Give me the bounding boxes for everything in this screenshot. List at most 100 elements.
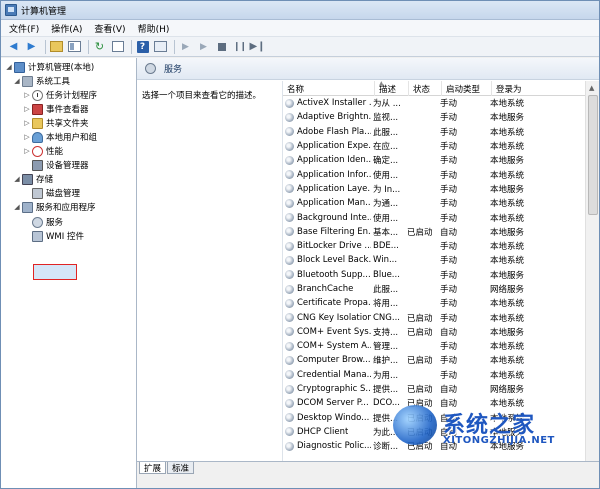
pause-service-icon[interactable]: ❙❙ <box>232 39 247 54</box>
forward-arrow-icon[interactable]: ▶ <box>24 39 39 54</box>
show-hide-tree-button[interactable] <box>67 39 82 54</box>
table-row[interactable]: BranchCache 此服... 手动 网络服务 <box>283 282 599 296</box>
tree-item-services[interactable]: 服务 <box>23 215 63 229</box>
service-description: Win... <box>373 255 398 266</box>
scroll-up-icon[interactable]: ▲ <box>589 84 594 92</box>
expand-icon[interactable]: ▷ <box>23 133 31 141</box>
console-tree-icon <box>68 41 81 52</box>
column-status[interactable]: 状态 <box>409 81 442 96</box>
table-row[interactable]: Desktop Windo... 提供... 已启动 自动 本地系统 <box>283 411 599 425</box>
table-row[interactable]: COM+ Event Sys... 支持... 已启动 自动 本地服务 <box>283 325 599 339</box>
tree-item-shared-folders[interactable]: ▷ 共享文件夹 <box>23 116 89 130</box>
tree-item-task-scheduler[interactable]: ▷ 任务计划程序 <box>23 88 97 102</box>
tab-extended[interactable]: 扩展 <box>139 462 167 474</box>
expand-icon[interactable]: ▷ <box>23 119 31 127</box>
menu-help[interactable]: 帮助(H) <box>138 22 170 35</box>
vertical-scrollbar[interactable]: ▲ <box>585 81 599 461</box>
service-name-cell: Adaptive Brightn... <box>283 112 371 122</box>
collapse-icon[interactable]: ◢ <box>13 77 21 85</box>
tree-item-device-manager[interactable]: 设备管理器 <box>23 158 89 172</box>
collapse-icon[interactable]: ◢ <box>13 175 21 183</box>
column-name[interactable]: 名称 <box>283 81 375 96</box>
service-gear-icon <box>285 384 294 394</box>
service-log-on-as: 本地服务 <box>490 227 525 238</box>
service-gear-icon <box>285 427 294 437</box>
up-folder-button[interactable] <box>49 39 64 54</box>
table-row[interactable]: Base Filtering En... 基本... 已启动 自动 本地服务 <box>283 225 599 239</box>
table-row[interactable]: BitLocker Drive ... BDE... 手动 本地系统 <box>283 239 599 253</box>
tree-item-root[interactable]: ◢ 计算机管理(本地) <box>5 60 94 74</box>
tab-standard[interactable]: 标准 <box>167 462 195 474</box>
table-row[interactable]: Credential Mana... 为用... 手动 本地系统 <box>283 368 599 382</box>
table-row[interactable]: Application Expe... 在应... 手动 本地系统 <box>283 139 599 153</box>
table-row[interactable]: DHCP Client 为此... 已启动 自动 本地服务 <box>283 425 599 439</box>
service-name: BitLocker Drive ... <box>297 241 371 252</box>
service-gear-icon <box>285 413 294 423</box>
table-row[interactable]: Application Man... 为通... 手动 本地系统 <box>283 196 599 210</box>
scrollbar-thumb[interactable] <box>588 95 598 215</box>
service-name-cell: Credential Mana... <box>283 370 371 380</box>
table-row[interactable]: Certificate Propa... 将用... 手动 本地系统 <box>283 296 599 310</box>
table-row[interactable]: Background Inte... 使用... 手动 本地系统 <box>283 210 599 224</box>
back-arrow-icon[interactable]: ◀ <box>6 39 21 54</box>
tree-item-event-viewer[interactable]: ▷ 事件查看器 <box>23 102 89 116</box>
table-row[interactable]: Adobe Flash Pla... 此服... 手动 本地系统 <box>283 125 599 139</box>
service-description: DCO... <box>373 398 400 409</box>
expand-icon[interactable]: ▷ <box>23 147 31 155</box>
tree-item-system-tools[interactable]: ◢ 系统工具 <box>13 74 70 88</box>
help-button[interactable]: ? <box>135 39 150 54</box>
restart-service-icon[interactable]: ▶❙ <box>249 39 265 54</box>
tree-item-disk-management[interactable]: 磁盘管理 <box>23 186 80 200</box>
menu-file[interactable]: 文件(F) <box>9 22 39 35</box>
service-log-on-as: 本地服务 <box>490 442 525 453</box>
tree-item-storage[interactable]: ◢ 存储 <box>13 172 53 186</box>
table-row[interactable]: CNG Key Isolation CNG... 已启动 手动 本地系统 <box>283 310 599 324</box>
tree-label: 共享文件夹 <box>46 119 89 129</box>
table-row[interactable]: COM+ System A... 管理... 手动 本地系统 <box>283 339 599 353</box>
collapse-icon[interactable]: ◢ <box>13 203 21 211</box>
table-row[interactable]: Application Infor... 使用... 手动 本地系统 <box>283 167 599 181</box>
table-row[interactable]: Application Laye... 为 In... 手动 本地服务 <box>283 182 599 196</box>
tree-item-wmi[interactable]: WMI 控件 <box>23 229 84 243</box>
column-startup-type[interactable]: 启动类型 <box>442 81 492 96</box>
tools-icon <box>22 75 33 87</box>
menu-action[interactable]: 操作(A) <box>51 22 82 35</box>
service-name: DCOM Server P... <box>297 398 369 409</box>
table-row[interactable]: Computer Brow... 维护... 已启动 手动 本地系统 <box>283 353 599 367</box>
tree-item-services-apps[interactable]: ◢ 服务和应用程序 <box>13 200 96 214</box>
service-startup-type: 手动 <box>440 127 458 138</box>
service-gear-icon <box>285 270 294 280</box>
shared-folder-icon <box>32 117 43 129</box>
service-startup-type: 自动 <box>440 227 458 238</box>
stop-icon <box>217 42 226 51</box>
tree-item-performance[interactable]: ▷ 性能 <box>23 144 63 158</box>
table-row[interactable]: Block Level Back... Win... 手动 本地系统 <box>283 253 599 267</box>
device-manager-icon <box>32 159 43 171</box>
service-name: Diagnostic Polic... <box>297 441 371 452</box>
table-row[interactable]: Adaptive Brightn... 监视... 手动 本地服务 <box>283 110 599 124</box>
collapse-icon[interactable]: ◢ <box>5 63 13 71</box>
computer-management-window: 计算机管理 文件(F) 操作(A) 查看(V) 帮助(H) ◀ ▶ ↻ ? ▶ … <box>0 0 600 489</box>
menu-view[interactable]: 查看(V) <box>94 22 125 35</box>
title-bar[interactable]: 计算机管理 <box>1 1 599 20</box>
service-log-on-as: 本地系统 <box>490 199 525 210</box>
table-row[interactable]: Cryptographic S... 提供... 已启动 自动 网络服务 <box>283 382 599 396</box>
table-row[interactable]: Bluetooth Supp... Blue... 手动 本地服务 <box>283 268 599 282</box>
tree-item-local-users[interactable]: ▷ 本地用户和组 <box>23 130 97 144</box>
expand-icon[interactable]: ▷ <box>23 105 31 113</box>
table-row[interactable]: Application Iden... 确定... 手动 本地服务 <box>283 153 599 167</box>
column-log-on-as[interactable]: 登录为 <box>492 81 552 96</box>
properties-button[interactable] <box>153 39 168 54</box>
export-list-button[interactable] <box>110 39 125 54</box>
refresh-icon[interactable]: ↻ <box>92 39 107 54</box>
start-service-icon[interactable]: ▶ <box>178 39 193 54</box>
table-row[interactable]: ActiveX Installer ... 为从 ... 手动 本地系统 <box>283 96 599 110</box>
toolbar-separator <box>88 39 89 54</box>
service-log-on-as: 本地系统 <box>490 413 525 424</box>
expand-icon[interactable]: ▷ <box>23 91 31 99</box>
table-row[interactable]: DCOM Server P... DCO... 已启动 自动 本地系统 <box>283 396 599 410</box>
table-row[interactable]: Diagnostic Polic... 诊断... 已启动 自动 本地服务 <box>283 439 599 453</box>
stop-service-button[interactable] <box>214 39 229 54</box>
start-service-alt-icon[interactable]: ▶ <box>196 39 211 54</box>
service-name: Computer Brow... <box>297 355 371 366</box>
